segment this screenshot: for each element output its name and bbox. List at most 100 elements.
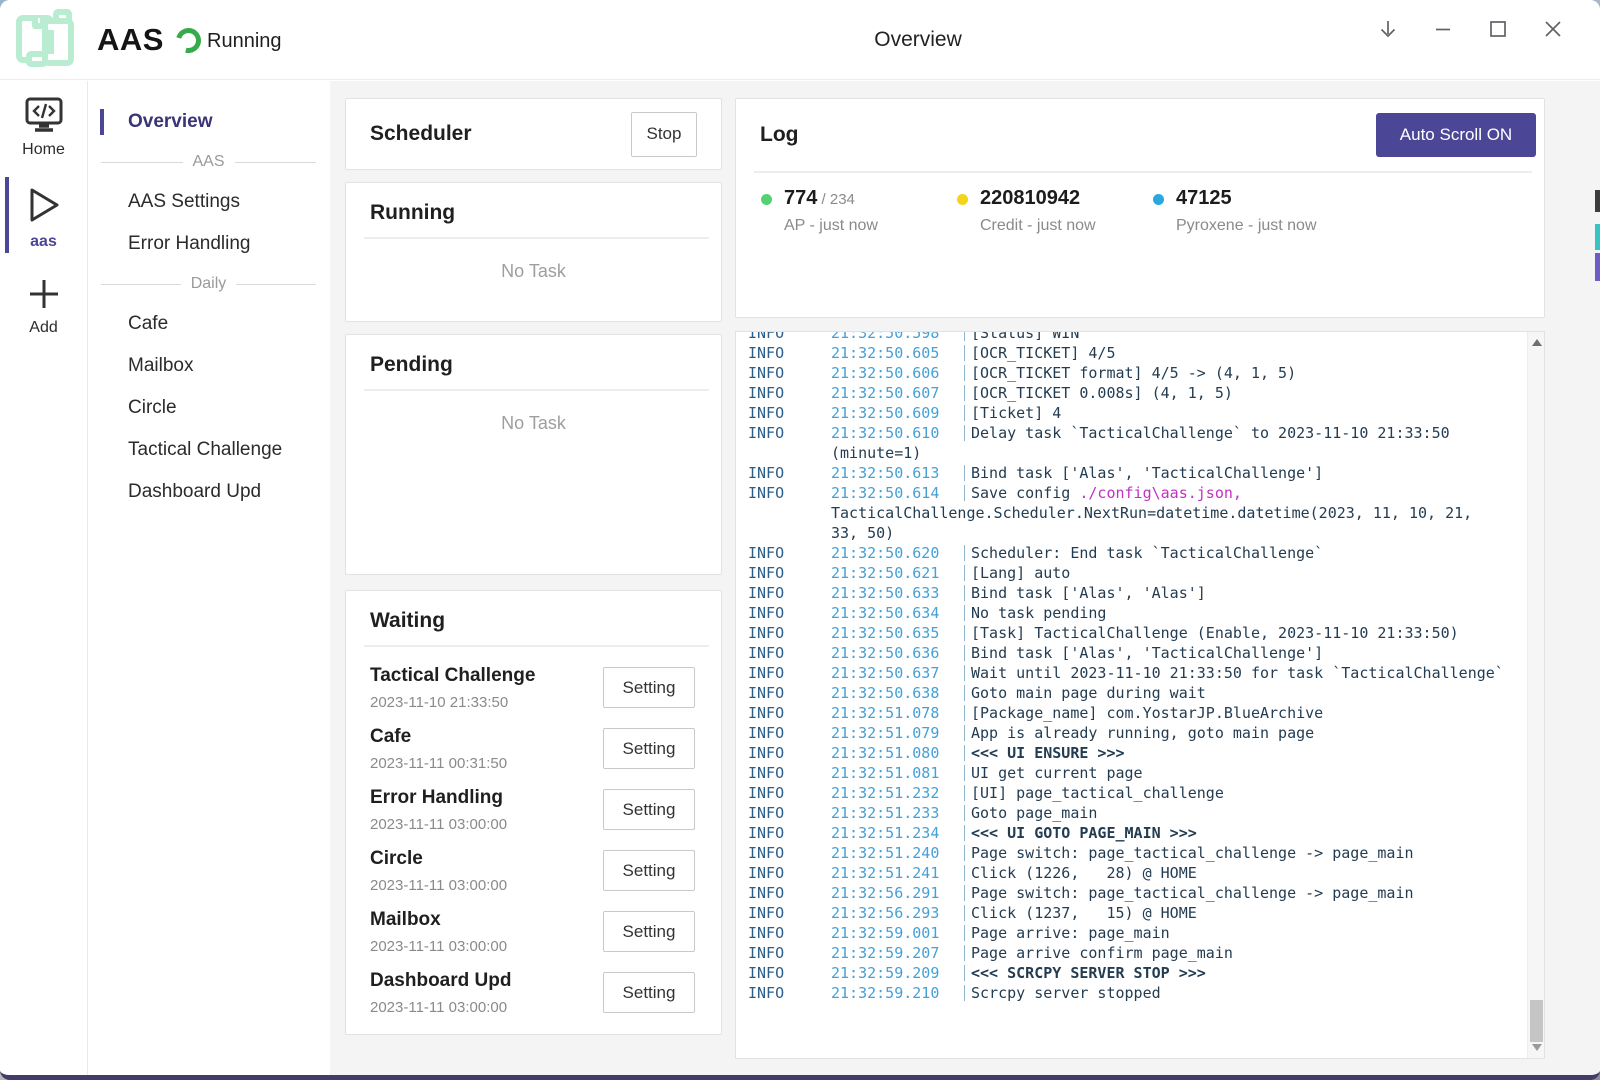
running-card: Running No Task xyxy=(345,182,722,322)
log-line: INFO21:32:51.081UI get current page xyxy=(748,763,1522,783)
log-timestamp: 21:32:50.598 xyxy=(831,331,961,343)
log-timestamp: 21:32:50.605 xyxy=(831,343,961,363)
auto-scroll-button[interactable]: Auto Scroll ON xyxy=(1376,113,1536,157)
log-level xyxy=(748,523,831,543)
log-level: INFO xyxy=(748,863,831,883)
waiting-task-next-run: 2023-11-11 03:00:00 xyxy=(370,999,511,1016)
sidebar-item-tactical-challenge[interactable]: Tactical Challenge xyxy=(89,429,330,471)
stat-value: 47125 xyxy=(1176,187,1317,210)
stat-label: Credit - just now xyxy=(980,217,1096,235)
sidebar-item-circle[interactable]: Circle xyxy=(89,387,330,429)
log-level: INFO xyxy=(748,683,831,703)
sidebar-item-dashboard-upd[interactable]: Dashboard Upd xyxy=(89,471,330,513)
log-message: Delay task `TacticalChallenge` to 2023-1… xyxy=(971,423,1450,443)
scheduler-title: Scheduler xyxy=(370,122,472,146)
log-level: INFO xyxy=(748,963,831,983)
log-line: INFO21:32:59.207Page arrive confirm page… xyxy=(748,943,1522,963)
log-line: INFO21:32:56.291Page switch: page_tactic… xyxy=(748,883,1522,903)
log-timestamp: 21:32:50.609 xyxy=(831,403,961,423)
waiting-task-row: Error Handling2023-11-11 03:00:00Setting xyxy=(346,779,721,840)
log-scrollbar[interactable] xyxy=(1527,332,1544,1058)
sidebar-item-error-handling[interactable]: Error Handling xyxy=(89,223,330,265)
scroll-up-icon[interactable] xyxy=(1528,334,1545,351)
stat-label: AP - just now xyxy=(784,217,878,235)
log-line: INFO21:32:51.241Click (1226, 28) @ HOME xyxy=(748,863,1522,883)
setting-button-circle[interactable]: Setting xyxy=(603,850,695,891)
play-icon xyxy=(0,183,87,227)
download-icon[interactable] xyxy=(1377,18,1399,40)
log-message: [OCR_TICKET format] 4/5 -> (4, 1, 5) xyxy=(971,363,1296,383)
log-line: INFO21:32:50.606[OCR_TICKET format] 4/5 … xyxy=(748,363,1522,383)
waiting-task-name: Tactical Challenge xyxy=(370,665,535,687)
log-separator xyxy=(961,403,971,423)
log-level: INFO xyxy=(748,603,831,623)
app-name: AAS xyxy=(97,22,164,58)
waiting-task-next-run: 2023-11-11 03:00:00 xyxy=(370,877,507,894)
setting-button-cafe[interactable]: Setting xyxy=(603,728,695,769)
sidebar-item-cafe[interactable]: Cafe xyxy=(89,303,330,345)
running-empty-text: No Task xyxy=(346,261,721,282)
rail-item-aas[interactable]: aas xyxy=(0,169,87,261)
setting-button-dashboard-upd[interactable]: Setting xyxy=(603,972,695,1013)
log-line: INFO21:32:51.240Page switch: page_tactic… xyxy=(748,843,1522,863)
log-separator xyxy=(961,343,971,363)
log-message: Page arrive: page_main xyxy=(971,923,1170,943)
log-timestamp: 21:32:59.001 xyxy=(831,923,961,943)
app-logo-icon xyxy=(12,8,78,70)
log-timestamp: 21:32:51.234 xyxy=(831,823,961,843)
log-view[interactable]: INFO21:32:50.598[Status] WININFO21:32:50… xyxy=(735,331,1545,1059)
log-level: INFO xyxy=(748,403,831,423)
log-level: INFO xyxy=(748,331,831,343)
sidebar-item-aas-settings[interactable]: AAS Settings xyxy=(89,181,330,223)
edge-mark-teal xyxy=(1595,224,1600,250)
log-line: INFO21:32:56.293Click (1237, 15) @ HOME xyxy=(748,903,1522,923)
maximize-icon[interactable] xyxy=(1487,18,1509,40)
log-level: INFO xyxy=(748,383,831,403)
waiting-task-row: Tactical Challenge2023-11-10 21:33:50Set… xyxy=(346,657,721,718)
log-level: INFO xyxy=(748,583,831,603)
log-line: INFO21:32:50.598 [Status] WIN xyxy=(748,331,1522,343)
sidebar-item-overview[interactable]: Overview xyxy=(89,101,330,143)
scrollbar-thumb[interactable] xyxy=(1530,1000,1543,1042)
rail-item-home[interactable]: Home xyxy=(0,81,87,169)
log-message: Goto page_main xyxy=(971,803,1097,823)
log-separator xyxy=(961,723,971,743)
titlebar: AAS Running Overview xyxy=(0,0,1600,80)
log-level: INFO xyxy=(748,923,831,943)
rail-item-add[interactable]: Add xyxy=(0,261,87,347)
setting-button-tactical-challenge[interactable]: Setting xyxy=(603,667,695,708)
scroll-down-icon[interactable] xyxy=(1528,1039,1545,1056)
sidebar-item-mailbox[interactable]: Mailbox xyxy=(89,345,330,387)
log-line: INFO21:32:59.210Scrcpy server stopped xyxy=(748,983,1522,1003)
log-separator xyxy=(961,743,971,763)
log-message: <<< UI ENSURE >>> xyxy=(971,743,1125,763)
minimize-icon[interactable] xyxy=(1432,18,1454,40)
setting-button-mailbox[interactable]: Setting xyxy=(603,911,695,952)
setting-button-error-handling[interactable]: Setting xyxy=(603,789,695,830)
log-continuation: 33, 50) xyxy=(831,523,894,543)
log-separator xyxy=(961,863,971,883)
log-message: Click (1237, 15) @ HOME xyxy=(971,903,1197,923)
rail-item-label: aas xyxy=(0,233,87,251)
log-level: INFO xyxy=(748,483,831,503)
log-message: [Status] WIN xyxy=(971,331,1079,343)
log-level: INFO xyxy=(748,803,831,823)
log-level: INFO xyxy=(748,423,831,443)
stop-button[interactable]: Stop xyxy=(631,112,697,157)
log-message: [Ticket] 4 xyxy=(971,403,1061,423)
log-separator xyxy=(961,363,971,383)
log-message: Click (1226, 28) @ HOME xyxy=(971,863,1197,883)
log-message: App is already running, goto main page xyxy=(971,723,1314,743)
log-line: INFO21:32:50.638Goto main page during wa… xyxy=(748,683,1522,703)
close-icon[interactable] xyxy=(1542,18,1564,40)
log-separator xyxy=(961,583,971,603)
log-level: INFO xyxy=(748,743,831,763)
log-message: Page arrive confirm page_main xyxy=(971,943,1233,963)
log-line: INFO21:32:50.605[OCR_TICKET] 4/5 xyxy=(748,343,1522,363)
stat-ap: 774 / 234AP - just now xyxy=(761,187,957,235)
log-timestamp: 21:32:50.633 xyxy=(831,583,961,603)
log-separator xyxy=(961,703,971,723)
log-lines: INFO21:32:50.598[Status] WININFO21:32:50… xyxy=(748,331,1522,1003)
log-message: [OCR_TICKET 0.008s] (4, 1, 5) xyxy=(971,383,1233,403)
log-separator xyxy=(961,823,971,843)
